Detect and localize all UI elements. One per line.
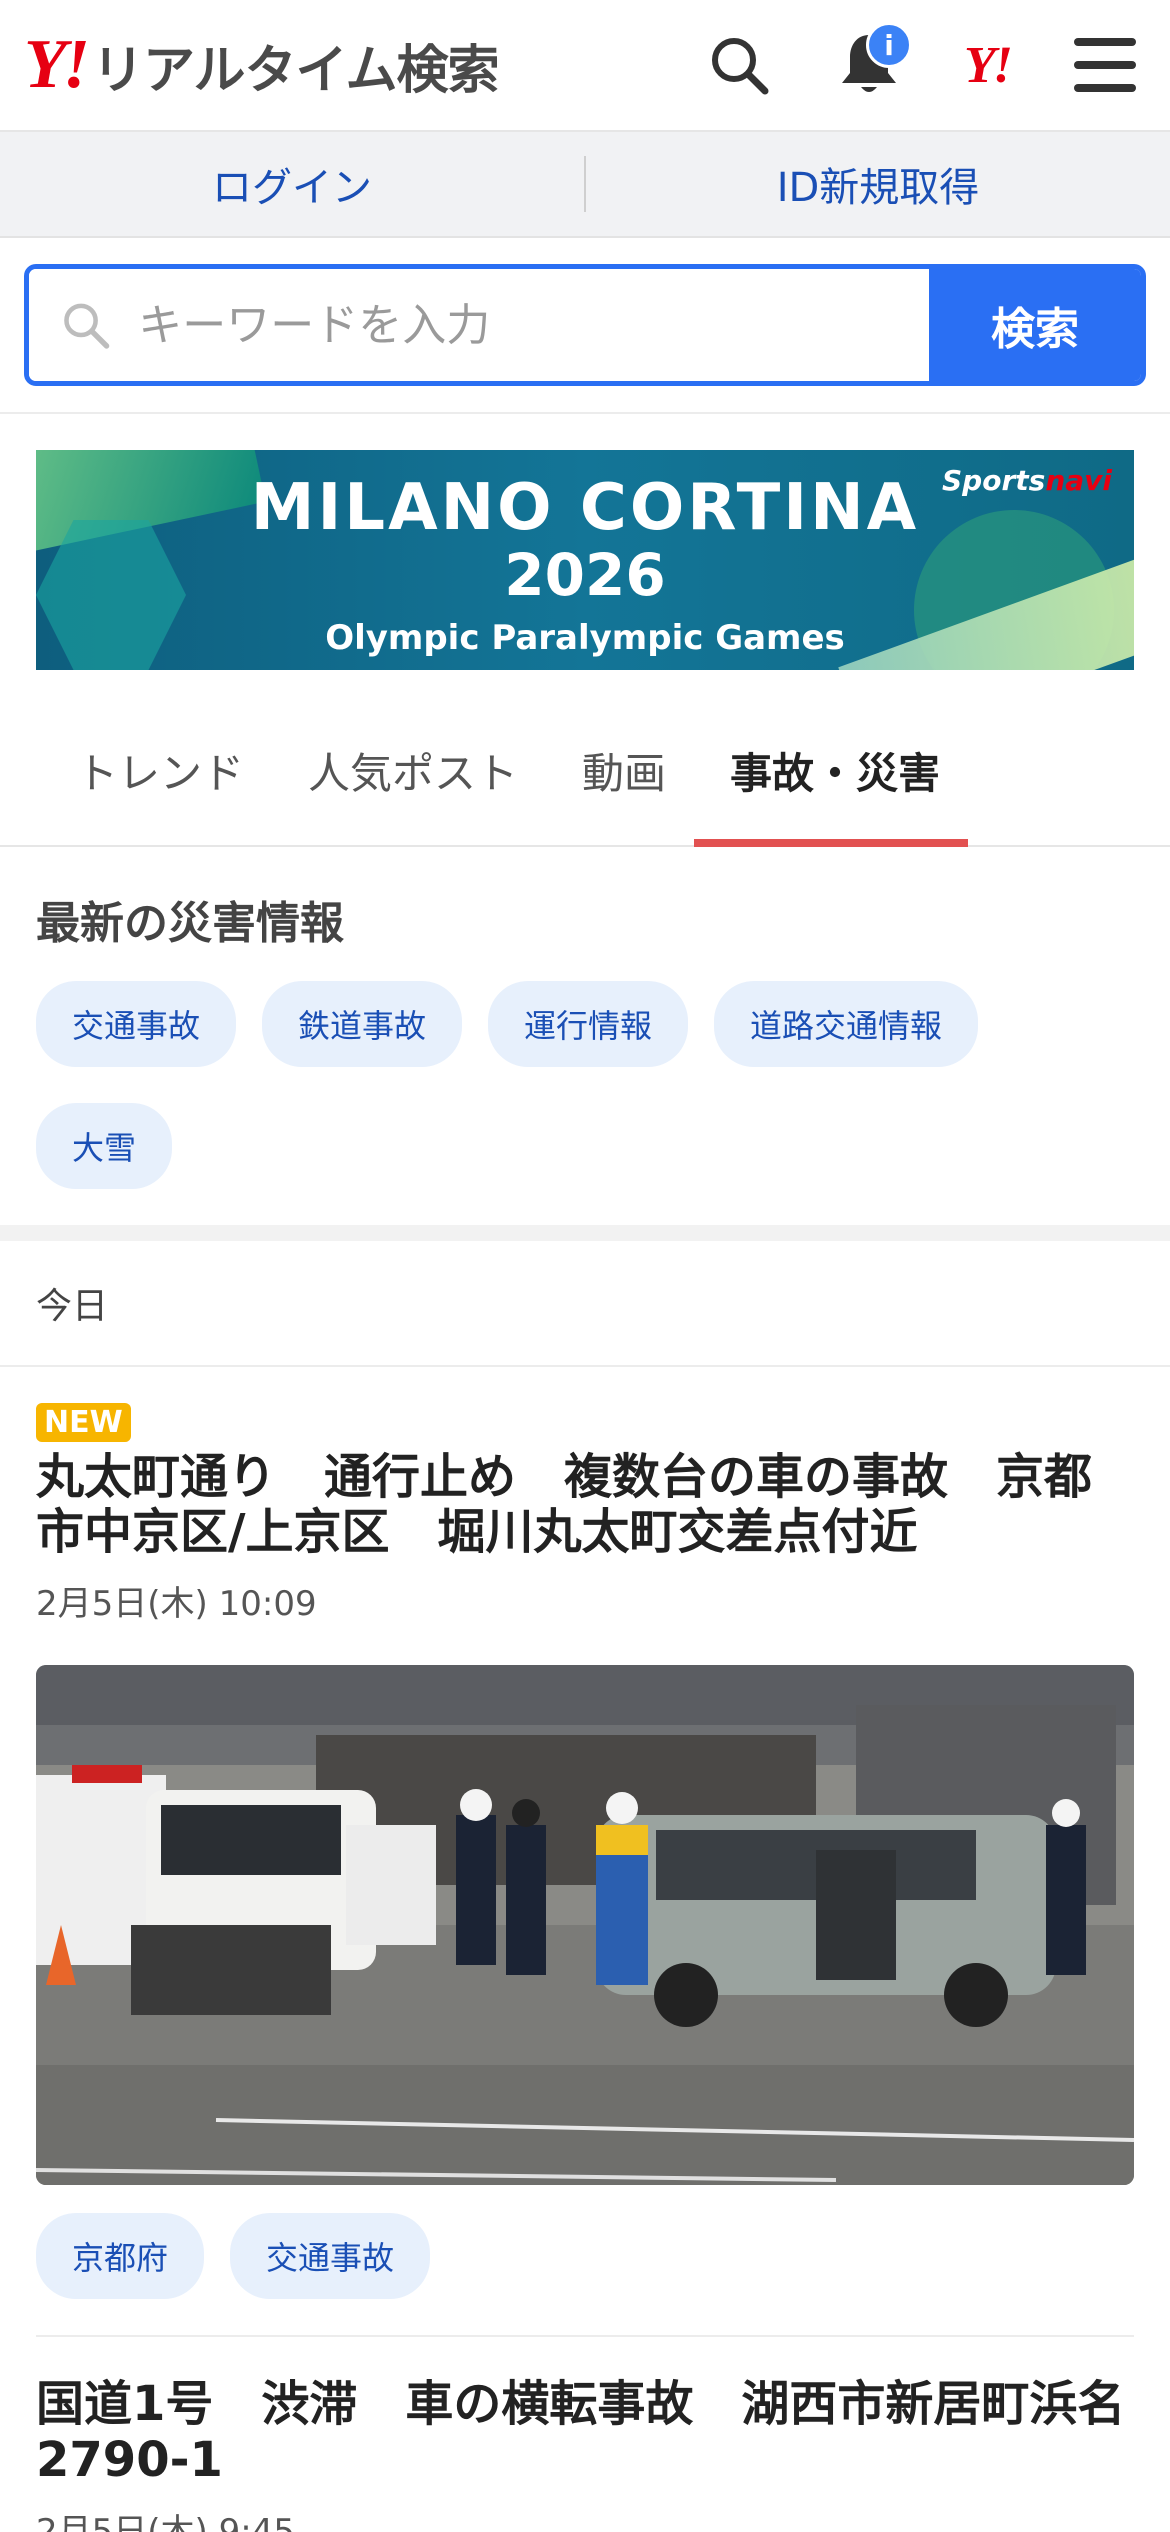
signup-link[interactable]: ID新規取得: [586, 155, 1170, 213]
chip-service-info[interactable]: 運行情報: [488, 981, 689, 1067]
search-box: 検索: [24, 264, 1146, 386]
search-field-icon: [64, 303, 110, 349]
search-button[interactable]: 検索: [929, 269, 1141, 381]
disaster-info-section: 最新の災害情報 交通事故 鉄道事故 運行情報 道路交通情報 大雪: [0, 847, 1170, 1241]
article-photo[interactable]: [36, 1665, 1134, 2186]
chip-road-traffic-info[interactable]: 道路交通情報: [714, 981, 979, 1067]
search-icon[interactable]: [704, 30, 774, 100]
search-section: 検索: [0, 238, 1170, 414]
article-title[interactable]: 丸太町通り 通行止め 複数台の車の事故 京都市中京区/上京区 堀川丸太町交差点付…: [36, 1449, 1134, 1560]
yahoo-logo[interactable]: Y!: [24, 30, 90, 100]
banner-year: 2026: [504, 541, 666, 609]
yahoo-small-logo[interactable]: Y!: [964, 36, 1013, 95]
chip-heavy-snow[interactable]: 大雪: [36, 1103, 173, 1189]
bell-icon[interactable]: i: [834, 22, 912, 100]
search-input[interactable]: [138, 299, 929, 351]
tag-kyoto[interactable]: 京都府: [36, 2213, 205, 2300]
category-tabs: トレンド 人気ポスト 動画 事故・災害: [0, 700, 1170, 847]
news-item[interactable]: NEW 丸太町通り 通行止め 複数台の車の事故 京都市中京区/上京区 堀川丸太町…: [0, 1367, 1170, 2338]
menu-icon[interactable]: [1070, 30, 1140, 100]
app-header: Y! リアルタイム検索 i Y!: [0, 0, 1170, 132]
tab-trend[interactable]: トレンド: [36, 700, 272, 845]
news-item[interactable]: 国道1号 渋滞 車の横転事故 湖西市新居町浜名2790-1 2月5日(木) 9:…: [0, 2337, 1170, 2532]
banner-subtitle: Olympic Paralympic Games: [325, 618, 845, 658]
new-badge: NEW: [36, 1403, 131, 1442]
chip-rail-accident[interactable]: 鉄道事故: [262, 981, 463, 1067]
article-date: 2月5日(木) 9:45: [36, 2511, 295, 2532]
olympics-banner[interactable]: Sportsnavi MILANO CORTINA 2026 Olympic P…: [36, 450, 1134, 670]
notification-badge: i: [866, 22, 912, 68]
search-field[interactable]: [29, 269, 929, 381]
tab-popular-posts[interactable]: 人気ポスト: [272, 700, 546, 845]
tab-accident-disaster[interactable]: 事故・災害: [694, 700, 969, 847]
banner-title: MILANO CORTINA: [250, 471, 920, 545]
article-tags: 京都府 交通事故: [36, 2213, 1134, 2338]
login-bar: ログイン ID新規取得: [0, 132, 1170, 238]
article-title[interactable]: 国道1号 渋滞 車の横転事故 湖西市新居町浜名2790-1: [36, 2377, 1134, 2488]
app-title: リアルタイム検索: [92, 40, 499, 101]
tag-traffic-accident[interactable]: 交通事故: [230, 2213, 431, 2300]
header-actions: i Y!: [704, 22, 1140, 100]
brand[interactable]: Y! リアルタイム検索: [24, 28, 499, 103]
date-section-label: 今日: [0, 1241, 1170, 1367]
chip-traffic-accident[interactable]: 交通事故: [36, 981, 237, 1067]
section-heading: 最新の災害情報: [36, 898, 344, 949]
disaster-chips: 交通事故 鉄道事故 運行情報 道路交通情報 大雪: [36, 981, 1134, 1189]
tab-video[interactable]: 動画: [546, 700, 694, 845]
article-date: 2月5日(木) 10:09: [36, 1584, 317, 1625]
login-link[interactable]: ログイン: [0, 155, 584, 213]
